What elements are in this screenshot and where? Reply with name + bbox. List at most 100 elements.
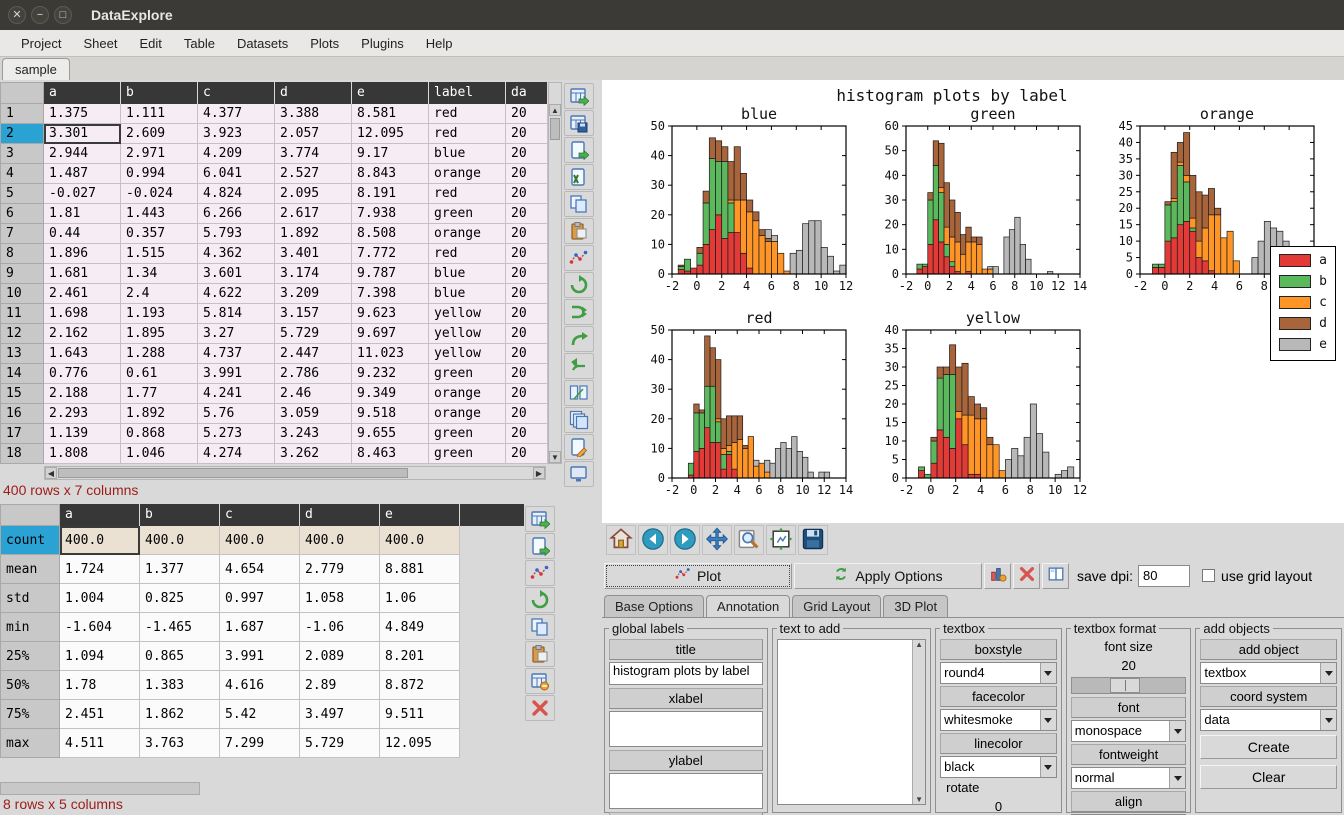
cell[interactable]: 0.44	[44, 224, 121, 244]
cell[interactable]: 9.349	[352, 384, 429, 404]
cell[interactable]: 0.776	[44, 364, 121, 384]
transpose-button[interactable]	[564, 272, 594, 298]
stats-column-header-e[interactable]: e	[380, 504, 460, 526]
paste-table-button[interactable]	[564, 218, 594, 244]
configure-subplots-button[interactable]	[766, 525, 796, 555]
row-header-1[interactable]: 1	[0, 104, 44, 124]
stats-cell[interactable]: 8.872	[380, 671, 460, 700]
stats-cell[interactable]: 400.0	[140, 526, 220, 555]
menu-sheet[interactable]: Sheet	[72, 32, 128, 55]
import-table-button[interactable]	[564, 83, 594, 109]
clean-data-button[interactable]	[564, 434, 594, 460]
cell[interactable]: 7.398	[352, 284, 429, 304]
coord-system-combobox[interactable]: data	[1200, 709, 1337, 731]
linecolor-combobox[interactable]: black	[940, 756, 1057, 778]
cell[interactable]: 1.892	[121, 404, 198, 424]
cell[interactable]: orange	[429, 384, 506, 404]
cell[interactable]: 1.896	[44, 244, 121, 264]
aggregate-button[interactable]	[564, 353, 594, 379]
cell[interactable]: 2.527	[275, 164, 352, 184]
load-excel-button[interactable]	[564, 164, 594, 190]
chevron-down-icon[interactable]	[1320, 663, 1336, 683]
stats-column-header-b[interactable]: b	[140, 504, 220, 526]
cell[interactable]: 5.814	[198, 304, 275, 324]
cell[interactable]: 3.174	[275, 264, 352, 284]
sheet-tab-sample[interactable]: sample	[2, 58, 70, 80]
cell[interactable]: yellow	[429, 324, 506, 344]
row-header-11[interactable]: 11	[0, 304, 44, 324]
column-header-label[interactable]: label	[429, 82, 506, 104]
export-button[interactable]	[564, 137, 594, 163]
plot-button[interactable]: Plot	[604, 563, 792, 589]
save-table-button[interactable]	[564, 110, 594, 136]
cell[interactable]: 9.655	[352, 424, 429, 444]
save-figure-button[interactable]	[798, 525, 828, 555]
cell[interactable]: 0.994	[121, 164, 198, 184]
pan-button[interactable]	[702, 525, 732, 555]
cell[interactable]: 20	[506, 304, 548, 324]
cell[interactable]: 2.162	[44, 324, 121, 344]
cell[interactable]: 8.463	[352, 444, 429, 464]
stats-cell[interactable]: 8.201	[380, 642, 460, 671]
cell[interactable]: 4.824	[198, 184, 275, 204]
cell[interactable]: 8.191	[352, 184, 429, 204]
clear-plot-button[interactable]	[1013, 563, 1040, 589]
cell[interactable]: 3.923	[198, 124, 275, 144]
forward-button[interactable]	[670, 525, 700, 555]
cell[interactable]: 3.243	[275, 424, 352, 444]
import-table-button[interactable]	[525, 506, 555, 532]
cell[interactable]: 4.241	[198, 384, 275, 404]
cell[interactable]: 1.288	[121, 344, 198, 364]
scroll-up-icon[interactable]: ▲	[549, 104, 561, 116]
cell[interactable]: 3.401	[275, 244, 352, 264]
xlabel-input[interactable]	[609, 711, 763, 747]
copy-table-button[interactable]	[564, 191, 594, 217]
row-header-13[interactable]: 13	[0, 344, 44, 364]
stats-row-header-75%[interactable]: 75%	[0, 700, 60, 729]
cell[interactable]: 1.77	[121, 384, 198, 404]
boxstyle-combobox[interactable]: round4	[940, 662, 1057, 684]
stats-cell[interactable]: 4.654	[220, 555, 300, 584]
fontweight-combobox[interactable]: normal	[1071, 767, 1187, 789]
menu-datasets[interactable]: Datasets	[226, 32, 299, 55]
cell[interactable]: 20	[506, 164, 548, 184]
stats-cell[interactable]: 1.724	[60, 555, 140, 584]
cell[interactable]: 9.697	[352, 324, 429, 344]
cell[interactable]: 4.737	[198, 344, 275, 364]
title-input[interactable]: histogram plots by label	[609, 662, 763, 685]
stats-cell[interactable]: 2.779	[300, 555, 380, 584]
stats-row-header-25%[interactable]: 25%	[0, 642, 60, 671]
stats-cell[interactable]: 8.881	[380, 555, 460, 584]
cell[interactable]: 1.892	[275, 224, 352, 244]
plot-button[interactable]	[525, 560, 555, 586]
stats-cell[interactable]: 1.06	[380, 584, 460, 613]
cell[interactable]: green	[429, 204, 506, 224]
plot-types-button[interactable]	[984, 563, 1011, 589]
cell[interactable]: 4.362	[198, 244, 275, 264]
chevron-down-icon[interactable]	[1169, 768, 1185, 788]
cell[interactable]: yellow	[429, 304, 506, 324]
cell[interactable]: 20	[506, 124, 548, 144]
stats-column-header-a[interactable]: a	[60, 504, 140, 526]
cell[interactable]: 6.266	[198, 204, 275, 224]
home-button[interactable]	[606, 525, 636, 555]
zoom-rect-button[interactable]	[734, 525, 764, 555]
close-button[interactable]	[525, 695, 555, 721]
cell[interactable]: 11.023	[352, 344, 429, 364]
cell[interactable]: 8.508	[352, 224, 429, 244]
cell[interactable]: 2.095	[275, 184, 352, 204]
scroll-left-icon[interactable]: ◀	[45, 467, 57, 479]
cell[interactable]: 4.274	[198, 444, 275, 464]
stats-cell[interactable]: 1.004	[60, 584, 140, 613]
stats-row-header-mean[interactable]: mean	[0, 555, 60, 584]
column-header-d[interactable]: d	[275, 82, 352, 104]
cell[interactable]: -0.027	[44, 184, 121, 204]
menu-project[interactable]: Project	[10, 32, 72, 55]
cell[interactable]: 8.843	[352, 164, 429, 184]
stats-cell[interactable]: -1.06	[300, 613, 380, 642]
cell[interactable]: 2.4	[121, 284, 198, 304]
stats-cell[interactable]: 400.0	[380, 526, 460, 555]
menu-table[interactable]: Table	[173, 32, 226, 55]
cell[interactable]: 20	[506, 424, 548, 444]
stats-cell[interactable]: 400.0	[300, 526, 380, 555]
